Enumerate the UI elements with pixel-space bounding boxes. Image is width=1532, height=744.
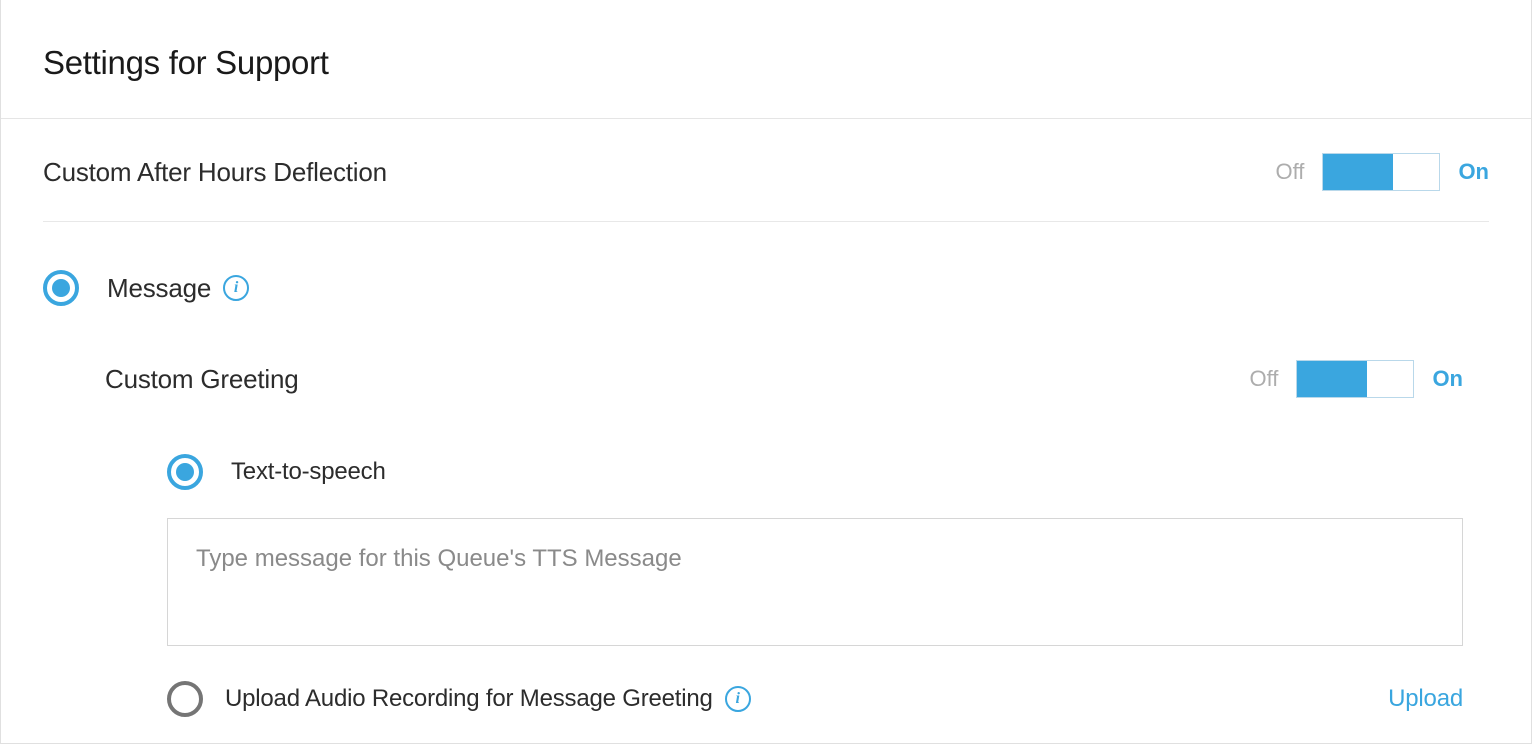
greeting-toggle-on-label: On <box>1432 366 1463 392</box>
deflection-toggle-on-label: On <box>1458 159 1489 185</box>
deflection-toggle-group: Off On <box>1275 153 1489 191</box>
settings-content: Custom After Hours Deflection Off On Mes… <box>1 119 1531 717</box>
message-info-icon[interactable]: i <box>223 275 249 301</box>
greeting-options: Text-to-speech Upload Audio Recording fo… <box>105 408 1489 717</box>
message-label-group: Message i <box>107 273 249 304</box>
upload-link[interactable]: Upload <box>1388 685 1463 713</box>
deflection-label: Custom After Hours Deflection <box>43 157 387 188</box>
message-radio[interactable] <box>43 270 79 306</box>
message-radio-label: Message <box>107 273 211 304</box>
greeting-toggle-group: Off On <box>1249 360 1489 398</box>
greeting-section: Custom Greeting Off On Text-to-speech <box>43 306 1489 717</box>
greeting-toggle-off-label: Off <box>1249 366 1278 392</box>
tts-radio[interactable] <box>167 454 203 490</box>
page-title: Settings for Support <box>43 44 1489 82</box>
greeting-toggle-switch[interactable] <box>1296 360 1414 398</box>
deflection-toggle-off-label: Off <box>1275 159 1304 185</box>
radio-inner-dot <box>176 463 194 481</box>
deflection-section: Custom After Hours Deflection Off On <box>43 119 1489 222</box>
upload-label-group: Upload Audio Recording for Message Greet… <box>225 685 751 713</box>
custom-greeting-label: Custom Greeting <box>105 364 299 395</box>
toggle-switch-off-segment <box>1367 361 1413 397</box>
tts-radio-label: Text-to-speech <box>231 458 386 486</box>
custom-greeting-row: Custom Greeting Off On <box>105 306 1489 408</box>
upload-radio-label: Upload Audio Recording for Message Greet… <box>225 685 713 713</box>
deflection-toggle-switch[interactable] <box>1322 153 1440 191</box>
message-radio-row: Message i <box>43 222 1489 306</box>
radio-inner-dot <box>52 279 70 297</box>
toggle-switch-on-segment <box>1297 361 1367 397</box>
upload-radio[interactable] <box>167 681 203 717</box>
tts-message-input[interactable] <box>167 518 1463 646</box>
tts-textarea-wrap <box>167 490 1489 651</box>
toggle-switch-off-segment <box>1393 154 1439 190</box>
tts-radio-row: Text-to-speech <box>167 408 1489 490</box>
toggle-switch-on-segment <box>1323 154 1393 190</box>
upload-radio-row: Upload Audio Recording for Message Greet… <box>167 651 1489 717</box>
settings-header: Settings for Support <box>1 0 1531 119</box>
upload-left-group: Upload Audio Recording for Message Greet… <box>167 681 751 717</box>
upload-info-icon[interactable]: i <box>725 686 751 712</box>
